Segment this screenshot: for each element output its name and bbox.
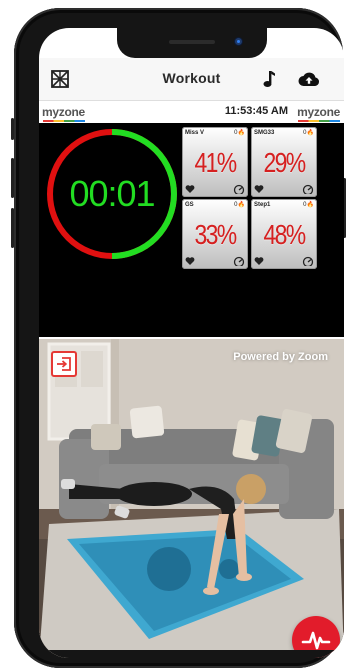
video-scene: [39, 339, 344, 658]
heart-icon: [254, 185, 264, 193]
dashboard-topbar: myzone 11:53:45 AM myzone: [39, 101, 344, 123]
speaker: [168, 40, 215, 44]
video-feed[interactable]: Powered by Zoom: [39, 339, 344, 658]
participant-name: GS: [185, 202, 194, 208]
mute-switch: [11, 118, 14, 140]
flame-count: 0🔥: [234, 202, 245, 208]
app-screen: Workout myzone 11:53:45 AM myzone 00:01 …: [39, 28, 344, 658]
effort-percent: 48%: [263, 219, 306, 250]
gauge-icon: [302, 184, 314, 194]
effort-percent: 33%: [194, 219, 237, 250]
music-note-icon[interactable]: [258, 68, 280, 90]
exit-session-button[interactable]: [51, 351, 77, 377]
participant-tile[interactable]: Miss V 0🔥 41%: [182, 127, 248, 197]
heart-icon: [185, 257, 195, 265]
gauge-icon: [233, 256, 245, 266]
powered-by-zoom: Powered by Zoom: [233, 351, 328, 363]
gauge-icon: [233, 184, 245, 194]
participant-name: Miss V: [185, 130, 205, 136]
phone-bottom-bezel: [39, 650, 344, 658]
heart-icon: [185, 185, 195, 193]
myzone-logo-left: myzone: [42, 105, 85, 122]
volume-down-button: [11, 208, 14, 248]
clock-time: 11:53:45 AM: [224, 105, 288, 117]
cloud-upload-icon[interactable]: [298, 68, 320, 90]
heart-rate-dashboard: myzone 11:53:45 AM myzone 00:01 Miss V 0…: [39, 101, 344, 337]
participant-tile[interactable]: GS 0🔥 33%: [182, 199, 248, 269]
gauge-icon: [302, 256, 314, 266]
front-camera: [234, 38, 242, 45]
flame-count: 0🔥: [303, 202, 314, 208]
exit-session-icon: [57, 357, 71, 371]
participant-tile[interactable]: SMG33 0🔥 29%: [251, 127, 317, 197]
notch: [116, 28, 267, 58]
effort-percent: 29%: [263, 147, 306, 178]
workout-timer: 00:01: [69, 173, 155, 214]
effort-percent: 41%: [194, 147, 237, 178]
app-header: Workout: [39, 58, 344, 101]
flame-count: 0🔥: [234, 130, 245, 136]
participant-name: Step1: [254, 202, 271, 208]
participant-tile[interactable]: Step1 0🔥 48%: [251, 199, 317, 269]
heartbeat-icon: [301, 631, 331, 650]
flame-count: 0🔥: [303, 130, 314, 136]
participant-name: SMG33: [254, 130, 275, 136]
myzone-logo-right: myzone: [297, 105, 340, 122]
volume-up-button: [11, 158, 14, 198]
heart-icon: [254, 257, 264, 265]
